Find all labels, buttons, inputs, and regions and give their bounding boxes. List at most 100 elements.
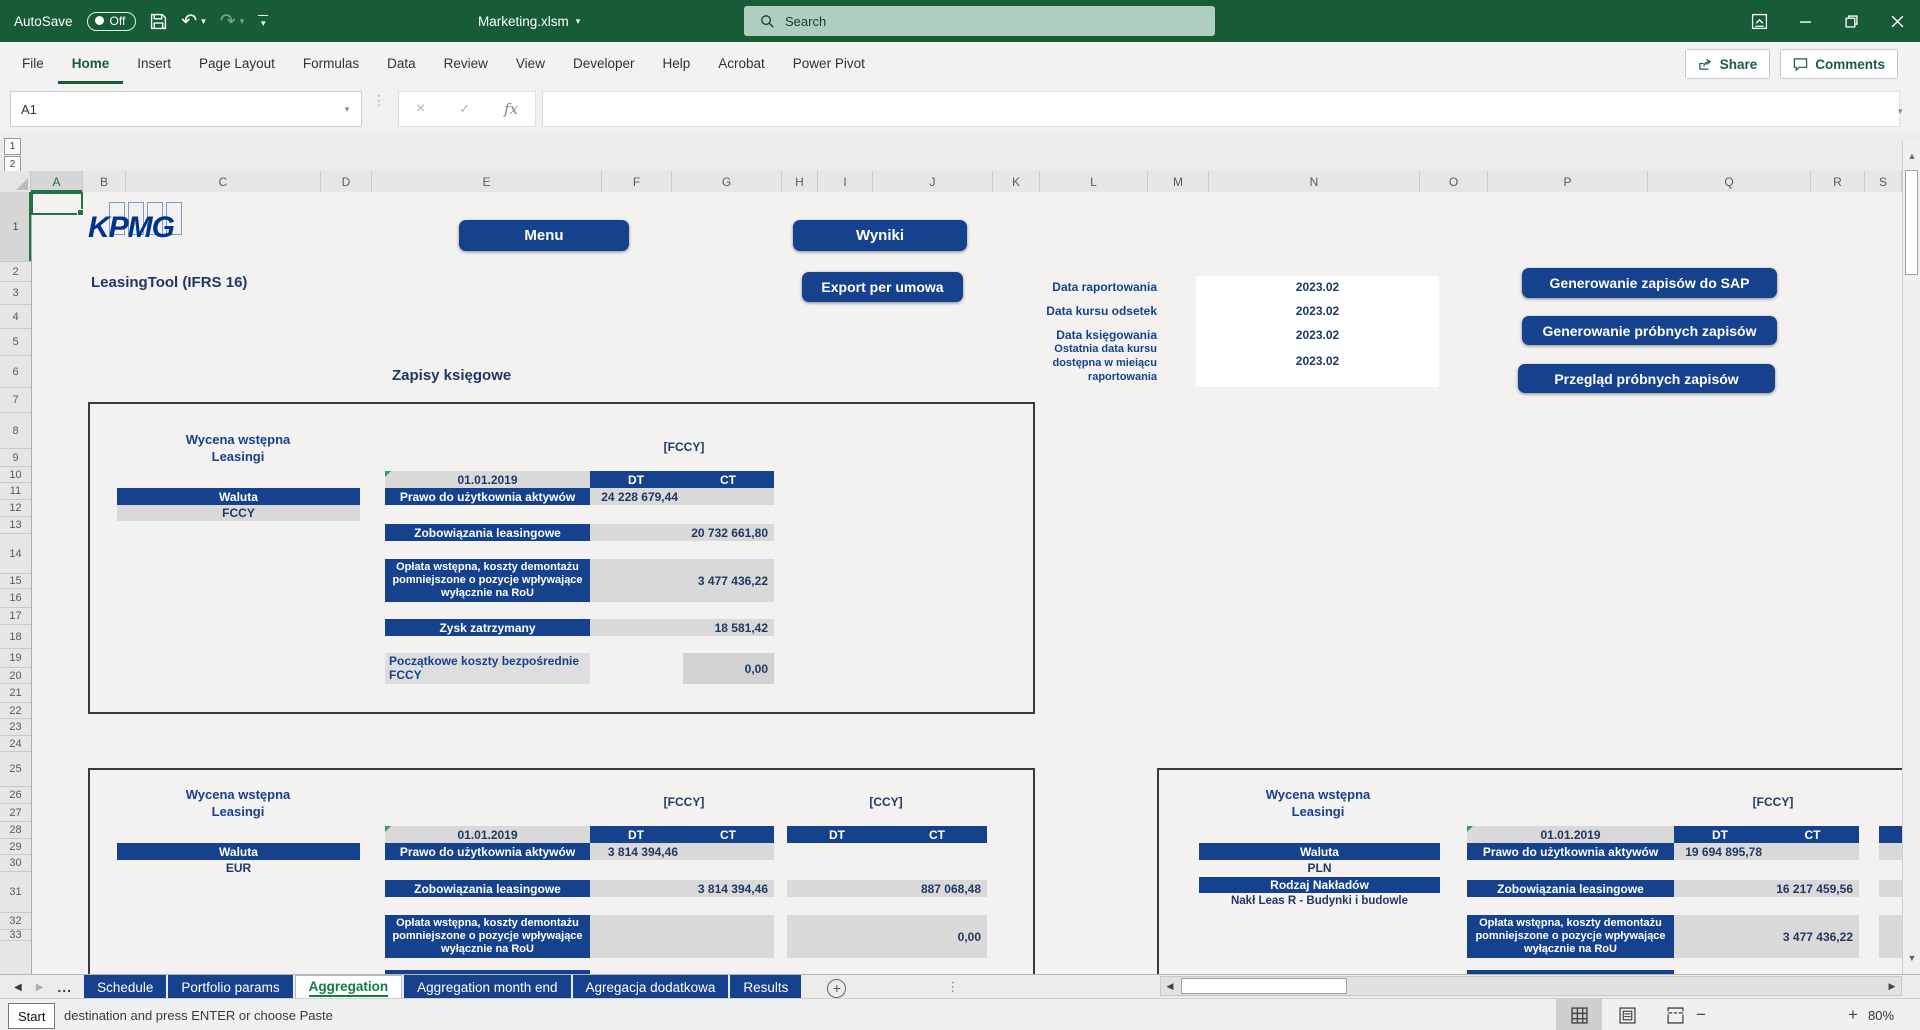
autosave-toggle[interactable]: Off — [87, 12, 137, 31]
ribbon-tab-help[interactable]: Help — [649, 42, 705, 84]
row-header-27[interactable]: 27 — [0, 804, 31, 822]
column-header-k[interactable]: K — [993, 171, 1040, 192]
fill-handle[interactable] — [77, 209, 84, 216]
column-header-d[interactable]: D — [321, 171, 372, 192]
row-header-32[interactable]: 32 — [0, 913, 31, 930]
column-header-f[interactable]: F — [602, 171, 672, 192]
hscroll-right-icon[interactable]: ▶ — [1883, 981, 1901, 992]
column-header-b[interactable]: B — [83, 171, 126, 192]
minimize-icon[interactable] — [1782, 0, 1828, 42]
generowanie-zapisow-sap-button[interactable]: Generowanie zapisów do SAP — [1522, 268, 1777, 298]
zoom-level[interactable]: 80% — [1868, 999, 1894, 1030]
formula-bar-expand-icon[interactable]: ▾ — [1898, 106, 1903, 117]
vscroll-up-icon[interactable]: ▲ — [1903, 146, 1920, 166]
sheet-tab-agregacja-dodatkowa[interactable]: Agregacja dodatkowa — [573, 975, 729, 999]
ribbon-tab-review[interactable]: Review — [430, 42, 502, 84]
sheet-tab-portfolio-params[interactable]: Portfolio params — [168, 975, 292, 999]
row-header-29[interactable]: 29 — [0, 839, 31, 855]
vscroll-thumb[interactable] — [1905, 170, 1918, 275]
row-header-30[interactable]: 30 — [0, 855, 31, 872]
tabbar-resize-dots-icon[interactable]: ⋮ — [946, 979, 959, 995]
column-header-n[interactable]: N — [1209, 171, 1420, 192]
row-header-4[interactable]: 4 — [0, 305, 31, 329]
row-header-18[interactable]: 18 — [0, 625, 31, 649]
document-title[interactable]: Marketing.xlsm ▾ — [478, 0, 580, 42]
column-header-e[interactable]: E — [372, 171, 602, 192]
row-header-9[interactable]: 9 — [0, 449, 31, 467]
column-header-c[interactable]: C — [126, 171, 321, 192]
row-header-17[interactable]: 17 — [0, 608, 31, 625]
row-header-11[interactable]: 11 — [0, 483, 31, 500]
ribbon-tab-power-pivot[interactable]: Power Pivot — [779, 42, 879, 84]
column-header-s[interactable]: S — [1865, 171, 1902, 192]
ribbon-tab-developer[interactable]: Developer — [559, 42, 649, 84]
row-header-21[interactable]: 21 — [0, 684, 31, 703]
name-box-caret-icon[interactable]: ▾ — [333, 104, 361, 115]
column-header-q[interactable]: Q — [1648, 171, 1811, 192]
row-header-16[interactable]: 16 — [0, 589, 31, 608]
page-break-view-button[interactable] — [1652, 999, 1698, 1030]
column-header-p[interactable]: P — [1488, 171, 1648, 192]
row-header-12[interactable]: 12 — [0, 500, 31, 517]
row-header-3[interactable]: 3 — [0, 282, 31, 305]
row-header-24[interactable]: 24 — [0, 736, 31, 752]
search-input[interactable]: Search — [744, 6, 1215, 36]
page-layout-view-button[interactable] — [1604, 999, 1650, 1030]
sheet-tab-schedule[interactable]: Schedule — [84, 975, 166, 999]
row-header-25[interactable]: 25 — [0, 752, 31, 787]
column-header-o[interactable]: O — [1420, 171, 1488, 192]
restore-icon[interactable] — [1828, 0, 1874, 42]
column-header-h[interactable]: H — [782, 171, 818, 192]
row-header-23[interactable]: 23 — [0, 719, 31, 736]
row-header-22[interactable]: 22 — [0, 703, 31, 719]
column-header-m[interactable]: M — [1148, 171, 1209, 192]
hscroll-left-icon[interactable]: ◀ — [1161, 981, 1179, 992]
menu-button[interactable]: Menu — [459, 220, 629, 251]
row-header-1[interactable]: 1 — [0, 192, 31, 262]
column-header-r[interactable]: R — [1811, 171, 1865, 192]
ribbon-tab-home[interactable]: Home — [58, 42, 124, 84]
ribbon-tab-page-layout[interactable]: Page Layout — [185, 42, 289, 84]
tab-scroll-left-icon[interactable]: ◀ — [14, 982, 22, 993]
normal-view-button[interactable] — [1556, 999, 1602, 1030]
vscroll-down-icon[interactable]: ▼ — [1903, 948, 1920, 968]
formula-input[interactable] — [542, 91, 1900, 127]
wyniki-button[interactable]: Wyniki — [793, 220, 967, 251]
export-per-umowa-button[interactable]: Export per umowa — [802, 272, 963, 302]
sheet-canvas[interactable]: 1234567891011121314151617181920212223242… — [0, 192, 1902, 974]
comments-button[interactable]: Comments — [1780, 49, 1898, 79]
column-header-a[interactable]: A — [31, 171, 83, 192]
quick-access-customize-icon[interactable]: ▾ — [258, 15, 268, 28]
row-header-19[interactable]: 19 — [0, 649, 31, 668]
sheet-tab-aggregation-month-end[interactable]: Aggregation month end — [404, 975, 570, 999]
vertical-scrollbar[interactable]: ▲ ▼ — [1902, 140, 1920, 974]
undo-caret-icon[interactable]: ▾ — [201, 17, 206, 26]
select-all-corner[interactable] — [0, 171, 31, 192]
ribbon-tab-formulas[interactable]: Formulas — [289, 42, 373, 84]
name-box-resize-handle[interactable]: ⋮ — [372, 97, 386, 104]
row-header-28[interactable]: 28 — [0, 822, 31, 839]
row-header-20[interactable]: 20 — [0, 668, 31, 684]
close-icon[interactable] — [1874, 0, 1920, 42]
row-header-33[interactable]: 33 — [0, 930, 31, 941]
column-header-l[interactable]: L — [1040, 171, 1148, 192]
column-header-i[interactable]: I — [818, 171, 873, 192]
row-header-6[interactable]: 6 — [0, 356, 31, 388]
name-box[interactable]: A1 ▾ — [10, 91, 362, 127]
zoom-in-icon[interactable]: + — [1848, 999, 1858, 1030]
row-header-31[interactable]: 31 — [0, 872, 31, 913]
column-header-j[interactable]: J — [873, 171, 993, 192]
row-header-5[interactable]: 5 — [0, 329, 31, 356]
row-header-14[interactable]: 14 — [0, 534, 31, 574]
row-header-26[interactable]: 26 — [0, 787, 31, 804]
share-button[interactable]: Share — [1685, 49, 1771, 79]
ribbon-tab-acrobat[interactable]: Acrobat — [704, 42, 779, 84]
zoom-out-icon[interactable]: − — [1696, 999, 1706, 1030]
row-header-13[interactable]: 13 — [0, 517, 31, 534]
column-header-g[interactable]: G — [672, 171, 782, 192]
undo-icon[interactable]: ↶ — [181, 12, 197, 31]
ribbon-display-options-icon[interactable] — [1736, 0, 1782, 42]
row-header-10[interactable]: 10 — [0, 467, 31, 483]
insert-function-icon[interactable]: fx — [504, 100, 518, 118]
ribbon-tab-data[interactable]: Data — [373, 42, 430, 84]
